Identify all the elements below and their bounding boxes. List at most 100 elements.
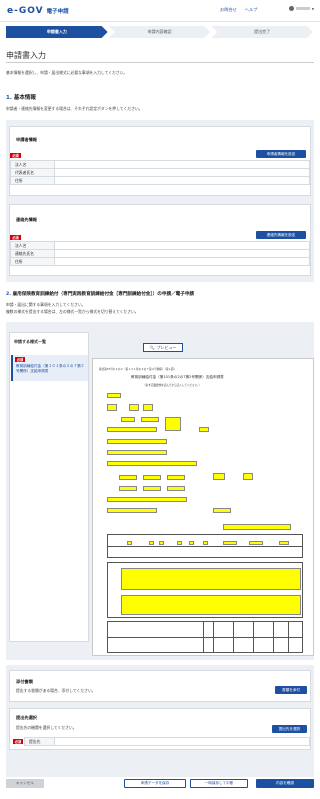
row-value (54, 160, 310, 169)
form-item[interactable]: 必須 教育訓練給付金（第１０１条の２の７第２号関係）支給申請書 (11, 355, 88, 381)
form-field[interactable] (129, 404, 139, 411)
form-field[interactable] (121, 568, 301, 590)
row-value (54, 737, 310, 746)
select-destination-button[interactable]: 提出先を選択 (272, 725, 307, 733)
form-field[interactable] (159, 541, 164, 545)
form-field[interactable] (119, 475, 137, 480)
form-field[interactable] (141, 417, 159, 422)
row-label: 連絡先氏名 (10, 249, 55, 258)
applicant-title: 申請者情報 (16, 137, 37, 142)
preview-button[interactable]: 🔍 プレビュー (143, 343, 183, 352)
form-document: 様式第33号の２の２（第１０１条の２の７第２号関係）（第１面） 教育訓練給付金（… (92, 358, 314, 656)
section1-number: 1. (6, 95, 12, 101)
form-field[interactable] (167, 475, 185, 480)
logo-text: 電子申請 (46, 9, 69, 15)
attachments-note: 提出する書類がある場合、添付してください。 (16, 688, 96, 693)
form-field[interactable] (107, 427, 157, 432)
row-label: 住所 (10, 257, 55, 266)
table-line (273, 621, 274, 653)
form-field[interactable] (121, 595, 301, 615)
section1-heading: 1. 基本情報 (6, 93, 36, 101)
table-row: 提出先 (24, 737, 310, 746)
table-row: 連絡先氏名 (10, 249, 310, 258)
user-menu[interactable]: ▼ (288, 6, 314, 11)
table-row: 法人名 (10, 241, 310, 250)
form-field[interactable] (243, 473, 253, 480)
form-field[interactable] (107, 497, 187, 502)
destination-title: 提出先選択 (16, 715, 37, 720)
table-row: 住所 (10, 176, 310, 185)
header-links: お問合せ ヘルプ (220, 7, 257, 13)
page-title: 申請書入力 (6, 51, 46, 60)
table-line (233, 621, 234, 653)
form-field[interactable] (127, 541, 132, 545)
required-badge: 必須 (10, 153, 21, 158)
destination-card: 提出先選択 提出先の機関を選択してください。 提出先を選択 必須 提出先 (9, 708, 311, 750)
form-field[interactable] (213, 473, 225, 480)
form-field[interactable] (143, 404, 153, 411)
section2-note1: 申請・届出に関する事項を入力してください。 (6, 302, 86, 307)
form-field[interactable] (223, 541, 237, 545)
form-field[interactable] (167, 486, 185, 491)
table-row: 法人名 (10, 160, 310, 169)
table-line (253, 621, 254, 653)
set-contact-button[interactable]: 連絡先情報を設定 (256, 231, 306, 239)
table-row: 代表者氏名 (10, 168, 310, 177)
confirm-button[interactable]: 内容を確認 (256, 779, 314, 788)
preview-label: プレビュー (156, 344, 177, 350)
form-field[interactable] (249, 541, 263, 545)
table-line (107, 546, 303, 547)
form-field[interactable] (107, 393, 121, 398)
section2-number: 2. (6, 292, 11, 297)
form-field[interactable] (203, 541, 208, 545)
form-field[interactable] (107, 404, 117, 411)
form-field[interactable] (119, 486, 137, 491)
cancel-button[interactable]: キャンセル (6, 779, 44, 788)
section2-title: 雇用保険教育訓練給付（専門実践教育訓練給付金［専門訓練給付金］）の申請／電子申請 (12, 292, 195, 297)
contact-title: 連絡先情報 (16, 217, 37, 222)
attach-file-button[interactable]: 書類を添付 (275, 686, 307, 694)
form-field[interactable] (223, 524, 291, 530)
help-link[interactable]: ヘルプ (245, 7, 258, 13)
form-field[interactable] (107, 450, 167, 455)
destination-note: 提出先の機関を選択してください。 (16, 725, 77, 730)
set-applicant-button[interactable]: 申請者情報を設定 (256, 150, 306, 158)
table-line (213, 621, 214, 653)
contact-table: 法人名 連絡先氏名 住所 (10, 241, 310, 266)
row-value (54, 249, 310, 258)
row-label: 代表者氏名 (10, 168, 55, 177)
egov-logo[interactable]: e-GOV 電子申請 (7, 5, 69, 17)
row-value (54, 257, 310, 266)
form-field[interactable] (149, 541, 154, 545)
form-list-title: 申請する様式一覧 (14, 339, 46, 344)
preview-icon: 🔍 (149, 345, 155, 350)
contact-link[interactable]: お問合せ (220, 7, 237, 13)
form-field[interactable] (121, 417, 135, 422)
section2-note2: 複数の様式を提出する場合は、左の様式一覧から様式を切り替えてください。 (6, 309, 139, 314)
table-row: 住所 (10, 257, 310, 266)
form-field[interactable] (279, 541, 289, 545)
form-field[interactable] (199, 427, 209, 432)
form-field[interactable] (143, 486, 161, 491)
divider (6, 62, 314, 63)
form-field[interactable] (107, 461, 197, 466)
row-value (54, 176, 310, 185)
step-input: 申請書入力 (6, 26, 108, 38)
required-badge: 必須 (13, 739, 23, 744)
form-field[interactable] (213, 508, 231, 513)
step-confirm: 申請内容確認 (108, 26, 211, 38)
attachments-card: 添付書類 提出する書類がある場合、添付してください。 書類を添付 (9, 670, 311, 702)
form-field[interactable] (107, 439, 167, 444)
section2-heading: 2. 雇用保険教育訓練給付（専門実践教育訓練給付金［専門訓練給付金］）の申請／電… (6, 291, 194, 297)
required-badge: 必須 (15, 357, 25, 362)
form-field[interactable] (165, 417, 181, 431)
form-field[interactable] (177, 541, 182, 545)
save-data-button[interactable]: 申請データを保存 (124, 779, 186, 788)
table-line (288, 621, 289, 653)
form-field[interactable] (107, 508, 157, 513)
form-field[interactable] (143, 475, 161, 480)
form-field[interactable] (189, 541, 194, 545)
interrupt-button[interactable]: 一時保存して中断 (190, 779, 248, 788)
doc-title: 教育訓練給付金（第101条の2の7第2号関係）支給申請書 (131, 375, 224, 379)
form-list: 申請する様式一覧 必須 教育訓練給付金（第１０１条の２の７第２号関係）支給申請書 (9, 332, 89, 642)
